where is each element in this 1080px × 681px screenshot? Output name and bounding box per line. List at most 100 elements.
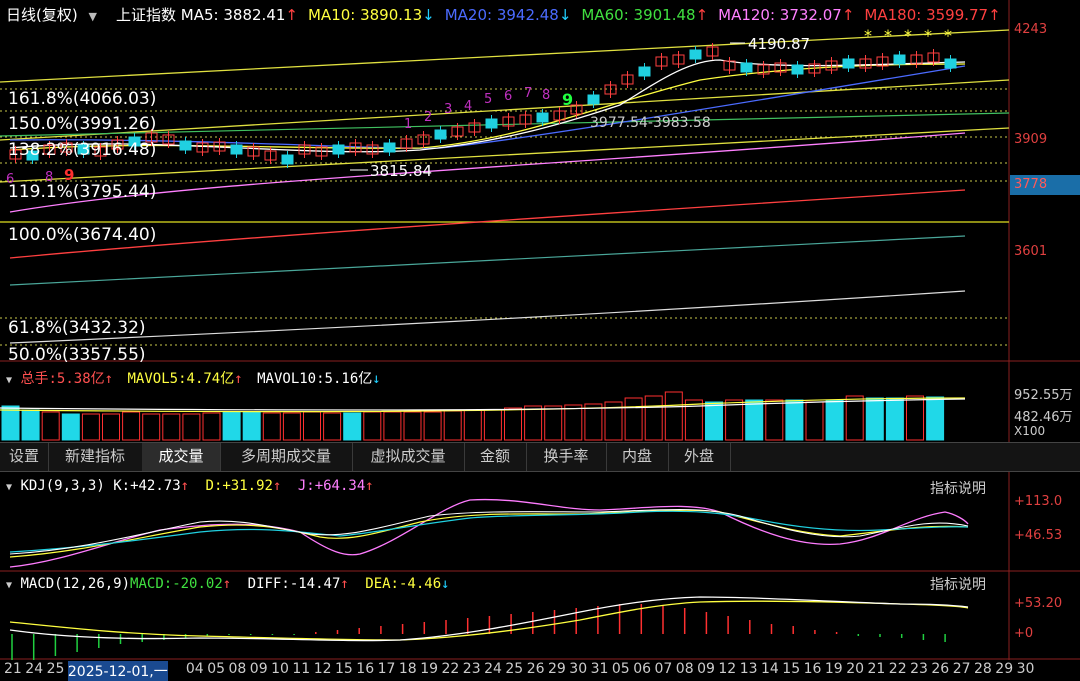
volume-bar[interactable] — [825, 399, 844, 441]
volume-bar[interactable] — [363, 411, 382, 441]
volume-bar[interactable] — [926, 396, 945, 441]
volume-bar[interactable] — [745, 399, 764, 441]
volume-bar[interactable] — [785, 399, 804, 441]
volume-bar[interactable] — [41, 411, 60, 441]
volume-bar[interactable] — [383, 411, 402, 441]
volume-bar[interactable] — [463, 409, 482, 441]
ma-arrow: ↑ — [841, 6, 855, 24]
date-tick: 30 — [1016, 661, 1035, 677]
volume-bar[interactable] — [122, 411, 141, 441]
volume-bar[interactable] — [423, 411, 442, 441]
kdj-k-label: K: — [113, 478, 131, 494]
volume-bar[interactable] — [222, 411, 241, 441]
volume-bar[interactable] — [544, 405, 563, 441]
volume-bar[interactable] — [504, 407, 522, 441]
volume-panel[interactable]: ▼ 总手:5.38亿↑ MAVOL5:4.74亿↑ MAVOL10:5.16亿↓… — [0, 362, 1080, 442]
volume-bar[interactable] — [765, 399, 784, 441]
volume-bar[interactable] — [303, 411, 321, 441]
signal-star: * — [884, 26, 892, 45]
volume-bar[interactable] — [21, 409, 40, 441]
date-tick: 08 — [675, 661, 694, 677]
volume-axis-mid: 482.46万 — [1014, 410, 1073, 425]
volume-bar[interactable] — [584, 403, 603, 441]
price-chart-canvas[interactable] — [0, 0, 1080, 362]
tab-virtual-volume[interactable]: 虚拟成交量 — [352, 443, 465, 471]
macd-name: MACD(12,26,9) — [20, 576, 131, 592]
tab-turnover[interactable]: 换手率 — [526, 443, 607, 471]
dea-label: DEA: — [365, 576, 399, 592]
volume-bar[interactable] — [805, 401, 824, 441]
collapse-icon[interactable]: ▼ — [6, 482, 12, 493]
volume-bar[interactable] — [865, 397, 884, 441]
volume-bar[interactable] — [202, 412, 221, 441]
date-tick: 12 — [313, 661, 332, 677]
ma-value: 3882.41 — [218, 6, 286, 24]
collapse-icon[interactable]: ▼ — [6, 580, 12, 591]
volume-bar[interactable] — [403, 411, 422, 441]
volume-bar[interactable] — [102, 413, 120, 441]
volume-bar[interactable] — [81, 413, 100, 441]
volume-bar[interactable] — [1, 405, 20, 441]
volume-bar[interactable] — [162, 413, 181, 441]
volume-bar[interactable] — [282, 412, 301, 441]
tab-new-indicator[interactable]: 新建指标 — [48, 443, 143, 471]
volume-bar[interactable] — [624, 397, 643, 441]
volume-bar[interactable] — [242, 411, 261, 441]
volume-bar[interactable] — [906, 395, 924, 441]
tab-outer-volume[interactable]: 外盘 — [668, 443, 731, 471]
tab-amount[interactable]: 金额 — [464, 443, 527, 471]
ma-legend-item: MA20: 3942.48↓ — [445, 6, 572, 24]
volume-bar[interactable] — [664, 391, 683, 441]
date-tick: 09 — [249, 661, 268, 677]
date-tick: 22 — [888, 661, 907, 677]
volume-bar[interactable] — [323, 412, 342, 441]
volume-bar[interactable] — [644, 395, 663, 441]
td-count: 5 — [484, 92, 493, 107]
kdj-panel[interactable]: ▼ KDJ(9,3,3) K:+42.73↑ D:+31.92↑ J:+64.3… — [0, 472, 1080, 572]
period-selector[interactable]: 日线(复权) ▼ — [6, 4, 97, 25]
ma-arrow: ↑ — [988, 6, 1001, 24]
fib-label-138: 138.2%(3916.48) — [8, 140, 157, 160]
ma-arrow: ↓ — [422, 6, 435, 24]
tab-multi-period-volume[interactable]: 多周期成交量 — [220, 443, 353, 471]
volume-bar[interactable] — [483, 409, 502, 441]
volume-bar[interactable] — [142, 413, 161, 441]
date-tick: 16 — [803, 661, 822, 677]
volume-bar[interactable] — [262, 412, 281, 441]
td-count: 2 — [424, 110, 433, 125]
dea-arrow: ↓ — [441, 576, 450, 592]
ma-label: MA120: — [718, 6, 776, 24]
volume-bar[interactable] — [885, 397, 904, 441]
volume-bar[interactable] — [705, 401, 723, 441]
kdj-d-value: +31.92 — [222, 478, 273, 494]
volume-bar[interactable] — [343, 412, 362, 441]
macd-axis-top: +53.20 — [1014, 596, 1063, 611]
kdj-name: KDJ(9,3,3) — [20, 478, 105, 494]
macd-panel[interactable]: ▼ MACD(12,26,9)MACD:-20.02↑ DIFF:-14.47↑… — [0, 572, 1080, 660]
ma-legend-item: MA180: 3599.77↑ — [864, 6, 1000, 24]
collapse-icon[interactable]: ▼ — [6, 375, 12, 386]
date-tick: 08 — [228, 661, 247, 677]
tab-volume[interactable]: 成交量 — [142, 443, 221, 471]
high-price-marker: 4190.87 — [748, 35, 811, 53]
volume-bar[interactable] — [845, 395, 864, 441]
date-tick: 19 — [824, 661, 843, 677]
volume-bar[interactable] — [564, 404, 583, 441]
tab-inner-volume[interactable]: 内盘 — [606, 443, 669, 471]
price-axis-mid: 3909 — [1014, 132, 1048, 147]
date-tick: 05 — [207, 661, 226, 677]
ma-label: MA20: — [444, 6, 493, 24]
macd-explain-link[interactable]: 指标说明 — [930, 574, 986, 594]
volume-bar[interactable] — [443, 410, 462, 441]
volume-bar[interactable] — [524, 405, 543, 441]
volume-bar[interactable] — [61, 413, 80, 441]
date-tick: 07 — [654, 661, 673, 677]
date-tick: 26 — [931, 661, 950, 677]
tab-settings[interactable]: 设置 — [0, 443, 49, 471]
volume-bar[interactable] — [725, 399, 744, 441]
kdj-axis-top: +113.0 — [1014, 494, 1063, 509]
fib-label-150: 150.0%(3991.26) — [8, 114, 157, 134]
price-chart-panel[interactable]: 日线(复权) ▼ 上证指数 MA5: 3882.41↑ MA10: 3890.13… — [0, 0, 1080, 365]
kdj-explain-link[interactable]: 指标说明 — [930, 478, 986, 498]
volume-bar[interactable] — [182, 413, 201, 441]
